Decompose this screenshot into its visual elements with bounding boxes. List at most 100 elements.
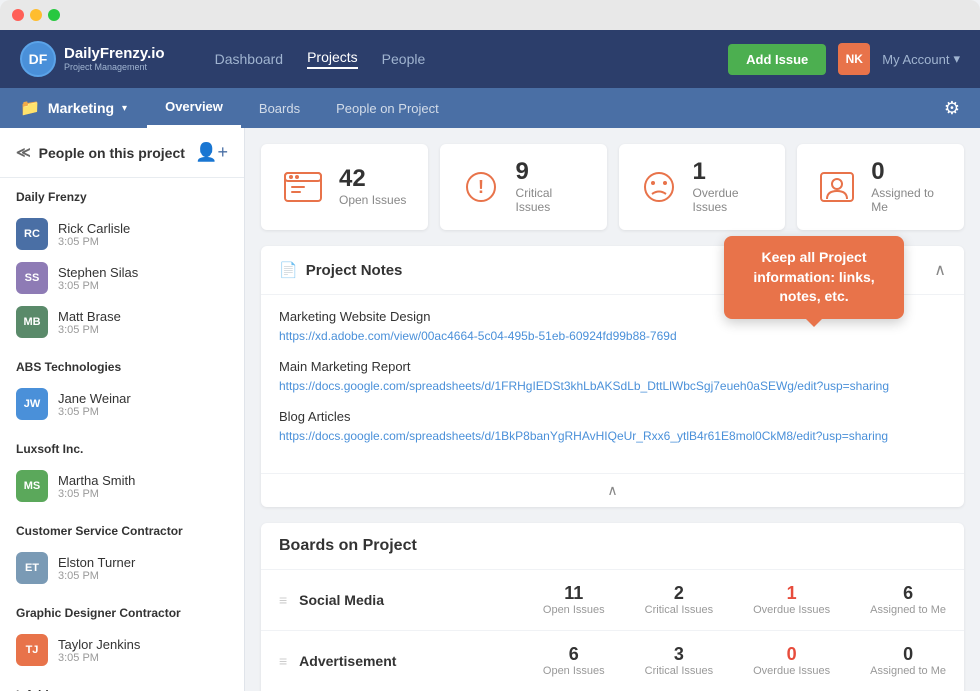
sidebar-header: ≪ People on this project 👤+ xyxy=(0,128,244,178)
top-nav: DF DailyFrenzy.io Project Management Das… xyxy=(0,30,980,88)
board-stats: 11 Open Issues 2 Critical Issues 1 Overd… xyxy=(543,584,946,616)
boards-section: Boards on Project ≡ Social Media 11 Open… xyxy=(261,523,964,691)
drag-icon: ≡ xyxy=(279,592,287,608)
avatar: MB xyxy=(16,306,48,338)
person-name: Elston Turner xyxy=(58,555,228,570)
person-time: 3:05 PM xyxy=(58,570,228,582)
list-item[interactable]: RC Rick Carlisle 3:05 PM xyxy=(16,212,228,256)
avatar: SS xyxy=(16,262,48,294)
board-stats: 6 Open Issues 3 Critical Issues 0 Overdu… xyxy=(543,645,946,677)
stat-critical-issues: ! 9 Critical Issues xyxy=(440,144,607,230)
board-assigned-to-me: 6 Assigned to Me xyxy=(870,584,946,616)
board-name[interactable]: Advertisement xyxy=(299,653,535,669)
critical-issues-count: 9 xyxy=(516,160,587,184)
project-selector: 📁 Marketing ▾ xyxy=(20,98,127,118)
main-layout: ≪ People on this project 👤+ Daily Frenzy… xyxy=(0,128,980,691)
tab-boards[interactable]: Boards xyxy=(241,88,318,128)
overdue-issues-icon xyxy=(639,169,679,205)
board-name[interactable]: Social Media xyxy=(299,592,535,608)
nav-people[interactable]: People xyxy=(382,51,426,67)
my-account-menu[interactable]: My Account ▾ xyxy=(882,51,960,67)
notes-header: 📄 Project Notes ∧ Keep all Project infor… xyxy=(261,246,964,295)
sub-nav-links: Overview Boards People on Project xyxy=(147,88,944,128)
collapse-icon[interactable]: ∧ xyxy=(934,260,946,280)
project-name[interactable]: Marketing xyxy=(48,100,114,116)
svg-text:!: ! xyxy=(478,177,484,197)
stat-overdue-issues: 1 Overdue Issues xyxy=(619,144,786,230)
nav-projects[interactable]: Projects xyxy=(307,49,358,69)
notes-content: Marketing Website Design https://xd.adob… xyxy=(261,295,964,473)
org-group-info: Infobizzzz xyxy=(0,676,244,691)
list-item[interactable]: ET Elston Turner 3:05 PM xyxy=(16,546,228,590)
back-icon[interactable]: ≪ xyxy=(16,144,31,161)
collapse-button[interactable]: ∧ xyxy=(261,473,964,507)
person-time: 3:05 PM xyxy=(58,488,228,500)
folder-icon: 📁 xyxy=(20,98,40,118)
close-dot[interactable] xyxy=(12,9,24,21)
note-item: Main Marketing Report https://docs.googl… xyxy=(279,359,946,395)
nav-dashboard[interactable]: Dashboard xyxy=(215,51,284,67)
org-name: Graphic Designer Contractor xyxy=(16,606,228,620)
tab-overview[interactable]: Overview xyxy=(147,88,241,128)
person-name: Martha Smith xyxy=(58,473,228,488)
minimize-dot[interactable] xyxy=(30,9,42,21)
user-avatar[interactable]: NK xyxy=(838,43,870,75)
overdue-issues-label: Overdue Issues xyxy=(693,186,766,214)
project-chevron-icon: ▾ xyxy=(122,103,127,114)
person-time: 3:05 PM xyxy=(58,324,228,336)
org-group-csc: Customer Service Contractor ET Elston Tu… xyxy=(0,512,244,594)
sidebar: ≪ People on this project 👤+ Daily Frenzy… xyxy=(0,128,245,691)
assigned-to-me-label: Assigned to Me xyxy=(871,186,944,214)
add-person-icon[interactable]: 👤+ xyxy=(195,142,228,163)
maximize-dot[interactable] xyxy=(48,9,60,21)
person-name: Stephen Silas xyxy=(58,265,228,280)
note-title: Main Marketing Report xyxy=(279,359,946,374)
tooltip-bubble: Keep all Project information: links, not… xyxy=(724,236,904,319)
avatar: RC xyxy=(16,218,48,250)
logo-tagline: Project Management xyxy=(64,62,165,72)
list-item[interactable]: JW Jane Weinar 3:05 PM xyxy=(16,382,228,426)
note-link[interactable]: https://docs.google.com/spreadsheets/d/1… xyxy=(279,379,889,393)
board-open-issues: 6 Open Issues xyxy=(543,645,605,677)
open-issues-label: Open Issues xyxy=(339,193,406,207)
note-link[interactable]: https://xd.adobe.com/view/00ac4664-5c04-… xyxy=(279,329,677,343)
board-row: ≡ Advertisement 6 Open Issues 3 Critical… xyxy=(261,630,964,691)
sub-nav: 📁 Marketing ▾ Overview Boards People on … xyxy=(0,88,980,128)
sidebar-title: ≪ People on this project xyxy=(16,144,185,161)
board-open-issues: 11 Open Issues xyxy=(543,584,605,616)
nav-right: Add Issue NK My Account ▾ xyxy=(728,43,960,75)
org-name: ABS Technologies xyxy=(16,360,228,374)
notes-icon: 📄 xyxy=(279,261,298,279)
board-assigned-to-me: 0 Assigned to Me xyxy=(870,645,946,677)
note-link[interactable]: https://docs.google.com/spreadsheets/d/1… xyxy=(279,429,888,443)
stat-open-issues: 42 Open Issues xyxy=(261,144,428,230)
title-bar xyxy=(0,0,980,30)
boards-title: Boards on Project xyxy=(261,523,964,569)
person-name: Jane Weinar xyxy=(58,391,228,406)
avatar: ET xyxy=(16,552,48,584)
notes-title-text: Project Notes xyxy=(306,262,403,279)
chevron-down-icon: ▾ xyxy=(953,51,960,67)
list-item[interactable]: TJ Taylor Jenkins 3:05 PM xyxy=(16,628,228,672)
list-item[interactable]: MB Matt Brase 3:05 PM xyxy=(16,300,228,344)
org-group-abs: ABS Technologies JW Jane Weinar 3:05 PM xyxy=(0,348,244,430)
add-issue-button[interactable]: Add Issue xyxy=(728,44,826,75)
org-group-daily-frenzy: Daily Frenzy RC Rick Carlisle 3:05 PM SS… xyxy=(0,178,244,348)
person-name: Matt Brase xyxy=(58,309,228,324)
stat-assigned-to-me: 0 Assigned to Me xyxy=(797,144,964,230)
assigned-to-me-icon xyxy=(817,169,857,205)
overdue-issues-count: 1 xyxy=(693,160,766,184)
list-item[interactable]: MS Martha Smith 3:05 PM xyxy=(16,464,228,508)
board-critical-issues: 2 Critical Issues xyxy=(645,584,713,616)
org-name: Daily Frenzy xyxy=(16,190,228,204)
critical-issues-label: Critical Issues xyxy=(516,186,587,214)
tab-people-on-project[interactable]: People on Project xyxy=(318,88,457,128)
settings-icon[interactable]: ⚙ xyxy=(944,98,960,119)
person-time: 3:05 PM xyxy=(58,280,228,292)
drag-icon: ≡ xyxy=(279,653,287,669)
note-title: Blog Articles xyxy=(279,409,946,424)
content-area: 42 Open Issues ! 9 Critical Issues xyxy=(245,128,980,691)
list-item[interactable]: SS Stephen Silas 3:05 PM xyxy=(16,256,228,300)
open-issues-count: 42 xyxy=(339,167,406,191)
avatar: JW xyxy=(16,388,48,420)
